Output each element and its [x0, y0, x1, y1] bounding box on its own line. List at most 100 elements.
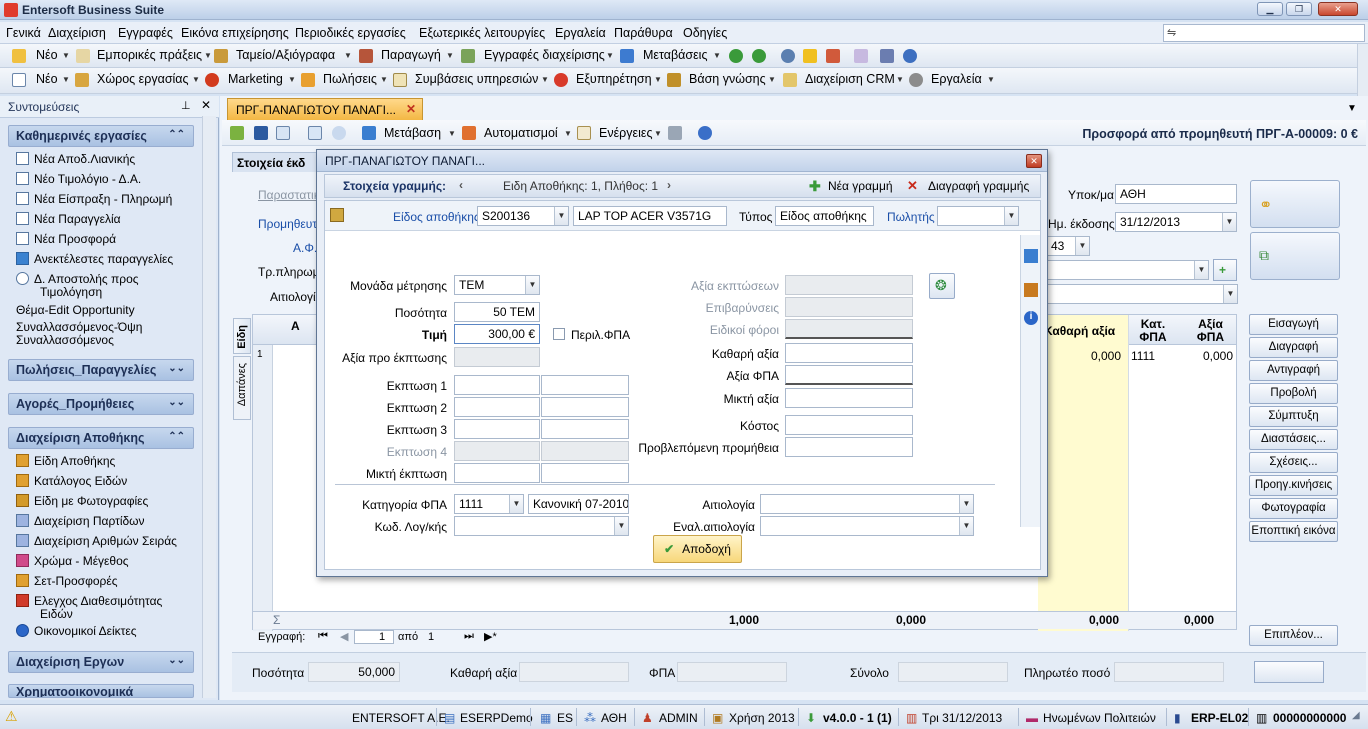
attach-icon[interactable] — [308, 126, 322, 140]
insert-button[interactable]: Εισαγωγή — [1249, 314, 1338, 335]
chevron-down-icon[interactable]: ▼ — [654, 75, 662, 84]
item-new-retail[interactable]: Νέα Αποδ.Λιανικής — [16, 152, 135, 166]
chevron-down-icon[interactable]: ▼ — [62, 51, 70, 60]
forward-icon[interactable] — [752, 49, 766, 63]
chevron-down-icon[interactable]: ▼ — [564, 129, 572, 138]
seller-field[interactable]: ▼ — [937, 206, 1019, 226]
item-trader-view[interactable]: Συναλλασσόμενος-Όψη Συναλλασσόμενος — [16, 321, 142, 347]
relations-button[interactable]: Σχέσεις... — [1249, 452, 1338, 473]
resize-grip-icon[interactable]: ◢ — [1352, 710, 1360, 721]
group-daily-tasks[interactable]: Καθημερινές εργασίες ⌃⌃ — [8, 125, 194, 147]
tab-items[interactable]: Είδη — [233, 318, 251, 354]
shortcut-button-2[interactable]: ⧉ — [1250, 232, 1340, 280]
chevron-down-icon[interactable]: ▼ — [554, 207, 568, 225]
vat-category-code[interactable]: 1111 ▼ — [454, 494, 524, 514]
tb1-cash[interactable]: Ταμείο/Αξιόγραφα — [236, 48, 335, 62]
vat-value-field[interactable] — [785, 365, 913, 385]
item-new-offer[interactable]: Νέα Προσφορά — [16, 232, 116, 246]
record-position[interactable]: 1 — [354, 630, 394, 644]
item-pending-orders[interactable]: Ανεκτέλεστες παραγγελίες — [16, 252, 173, 266]
tab-list-icon[interactable]: ▼ — [1347, 103, 1357, 114]
photo-button[interactable]: Φωτογραφία — [1249, 498, 1338, 519]
cost-field[interactable] — [785, 415, 913, 435]
chevron-down-icon[interactable]: ▼ — [288, 75, 296, 84]
col-a[interactable]: A — [291, 319, 300, 333]
pin-icon[interactable]: ⊥ — [181, 99, 191, 112]
doc-tb-goto[interactable]: Μετάβαση — [384, 126, 441, 140]
tb2-contracts[interactable]: Συμβάσεις υπηρεσιών — [415, 72, 538, 86]
chevron-down-icon[interactable]: ▼ — [448, 129, 456, 138]
chat-icon[interactable] — [880, 49, 894, 63]
line-reason-field[interactable]: ▼ — [760, 494, 974, 514]
chevron-down-icon[interactable]: ▼ — [768, 75, 776, 84]
item-photos[interactable]: Είδη με Φωτογραφίες — [16, 494, 148, 508]
printer-icon[interactable] — [668, 126, 682, 140]
issue-date-field[interactable]: 31/12/2013 ▼ — [1115, 212, 1237, 232]
copy-button[interactable]: Αντιγραφή — [1249, 360, 1338, 381]
dimensions-button[interactable]: Διαστάσεις... — [1249, 429, 1338, 450]
accept-button[interactable]: ✔ Αποδοχή — [653, 535, 742, 563]
menu-tools[interactable]: Εργαλεία — [555, 26, 606, 40]
tb1-new[interactable]: Νέο — [36, 48, 58, 62]
item-new-invoice[interactable]: Νέο Τιμολόγιο - Δ.Α. — [16, 172, 141, 186]
group-purchases[interactable]: Αγορές_Προμήθειες ⌄⌄ — [8, 393, 194, 415]
menu-periodic[interactable]: Περιοδικές εργασίες — [295, 26, 406, 40]
branch-field[interactable]: ΑΘΗ — [1115, 184, 1237, 204]
menu-windows[interactable]: Παράθυρα — [614, 26, 673, 40]
tb2-workspace[interactable]: Χώρος εργασίας — [97, 72, 189, 86]
item-code-field[interactable]: S200136 ▼ — [477, 206, 569, 226]
chevron-down-icon[interactable]: ▼ — [959, 517, 973, 535]
chevron-down-icon[interactable]: ▼ — [1004, 207, 1018, 225]
small-field[interactable]: 43 ▼ — [1046, 236, 1090, 256]
chevron-down-icon[interactable]: ▼ — [614, 517, 628, 535]
mixed-discount-value[interactable] — [541, 463, 629, 483]
chevron-down-icon[interactable]: ▼ — [987, 75, 995, 84]
first-record-icon[interactable]: ⏮ — [318, 630, 328, 643]
menu-external[interactable]: Εξωτερικές λειτουργίες — [419, 26, 545, 40]
commission-field[interactable] — [785, 437, 913, 457]
help-icon[interactable] — [903, 49, 917, 63]
discount1-pct[interactable] — [454, 375, 540, 395]
delete-line-button[interactable]: Διαγραφή γραμμής — [928, 179, 1029, 193]
mail-icon[interactable] — [826, 49, 840, 63]
toolbar-scrollbar[interactable] — [1357, 44, 1368, 96]
reason-field[interactable]: ▼ — [1046, 284, 1238, 304]
vat-incl-checkbox[interactable] — [553, 328, 565, 340]
new-record-icon[interactable]: ▶* — [484, 630, 497, 643]
item-new-order[interactable]: Νέα Παραγγελία — [16, 212, 121, 226]
payment-field[interactable]: ▼ — [1046, 260, 1209, 280]
chevron-down-icon[interactable]: ▼ — [509, 495, 523, 513]
tb1-trade[interactable]: Εμπορικές πράξεις — [97, 48, 202, 62]
item-catalog[interactable]: Κατάλογος Ειδών — [16, 474, 127, 488]
tb2-marketing[interactable]: Marketing — [228, 72, 283, 86]
doc-tb-actions[interactable]: Ενέργειες — [599, 126, 652, 140]
item-serials[interactable]: Διαχείριση Αριθμών Σειράς — [16, 534, 177, 548]
edit-icon[interactable] — [230, 126, 244, 140]
minimize-button[interactable]: ▁ — [1257, 2, 1283, 16]
add-person-button[interactable]: + — [1213, 259, 1237, 281]
chevron-down-icon[interactable]: ▼ — [204, 51, 212, 60]
group-warehouse[interactable]: Διαχείριση Αποθήκης ⌃⌃ — [8, 427, 194, 449]
discount3-pct[interactable] — [454, 419, 540, 439]
new-line-button[interactable]: Νέα γραμμή — [828, 179, 893, 193]
discount3-value[interactable] — [541, 419, 629, 439]
item-lots[interactable]: Διαχείριση Παρτίδων — [16, 514, 145, 528]
help-icon[interactable] — [698, 126, 712, 140]
menu-entries[interactable]: Εγγραφές — [118, 26, 173, 40]
group-finance[interactable]: Χρηματοοικονομικά — [8, 684, 194, 698]
tab-document[interactable]: ΠΡΓ-ΠΑΝΑΓΙΩΤΟΥ ΠΑΝΑΓΙ... ✕ — [227, 98, 423, 120]
qty-field[interactable]: 50 TEM — [454, 302, 540, 322]
tab-expenses[interactable]: Δαπάνες — [233, 356, 251, 420]
group-sales-orders[interactable]: Πωλήσεις_Παραγγελίες ⌄⌄ — [8, 359, 194, 381]
item-availability[interactable]: Ελεγχος Διαθεσιμότητας Ειδών — [16, 594, 162, 621]
item-name-field[interactable]: LAP TOP ACER V3571G — [573, 206, 727, 226]
tab-header-data[interactable]: Στοιχεία έκδ — [232, 152, 320, 172]
tb2-support[interactable]: Εξυπηρέτηση — [576, 72, 652, 86]
add-icon[interactable]: ✚ — [809, 178, 821, 195]
type-field[interactable]: Είδος αποθήκης — [775, 206, 874, 226]
next-line-icon[interactable]: › — [667, 178, 671, 192]
menu-company-view[interactable]: Εικόνα επιχείρησης — [181, 26, 289, 40]
chevron-down-icon[interactable]: ▼ — [713, 51, 721, 60]
previous-moves-button[interactable]: Προηγ.κινήσεις — [1249, 475, 1338, 496]
unit-field[interactable]: TEM ▼ — [454, 275, 540, 295]
